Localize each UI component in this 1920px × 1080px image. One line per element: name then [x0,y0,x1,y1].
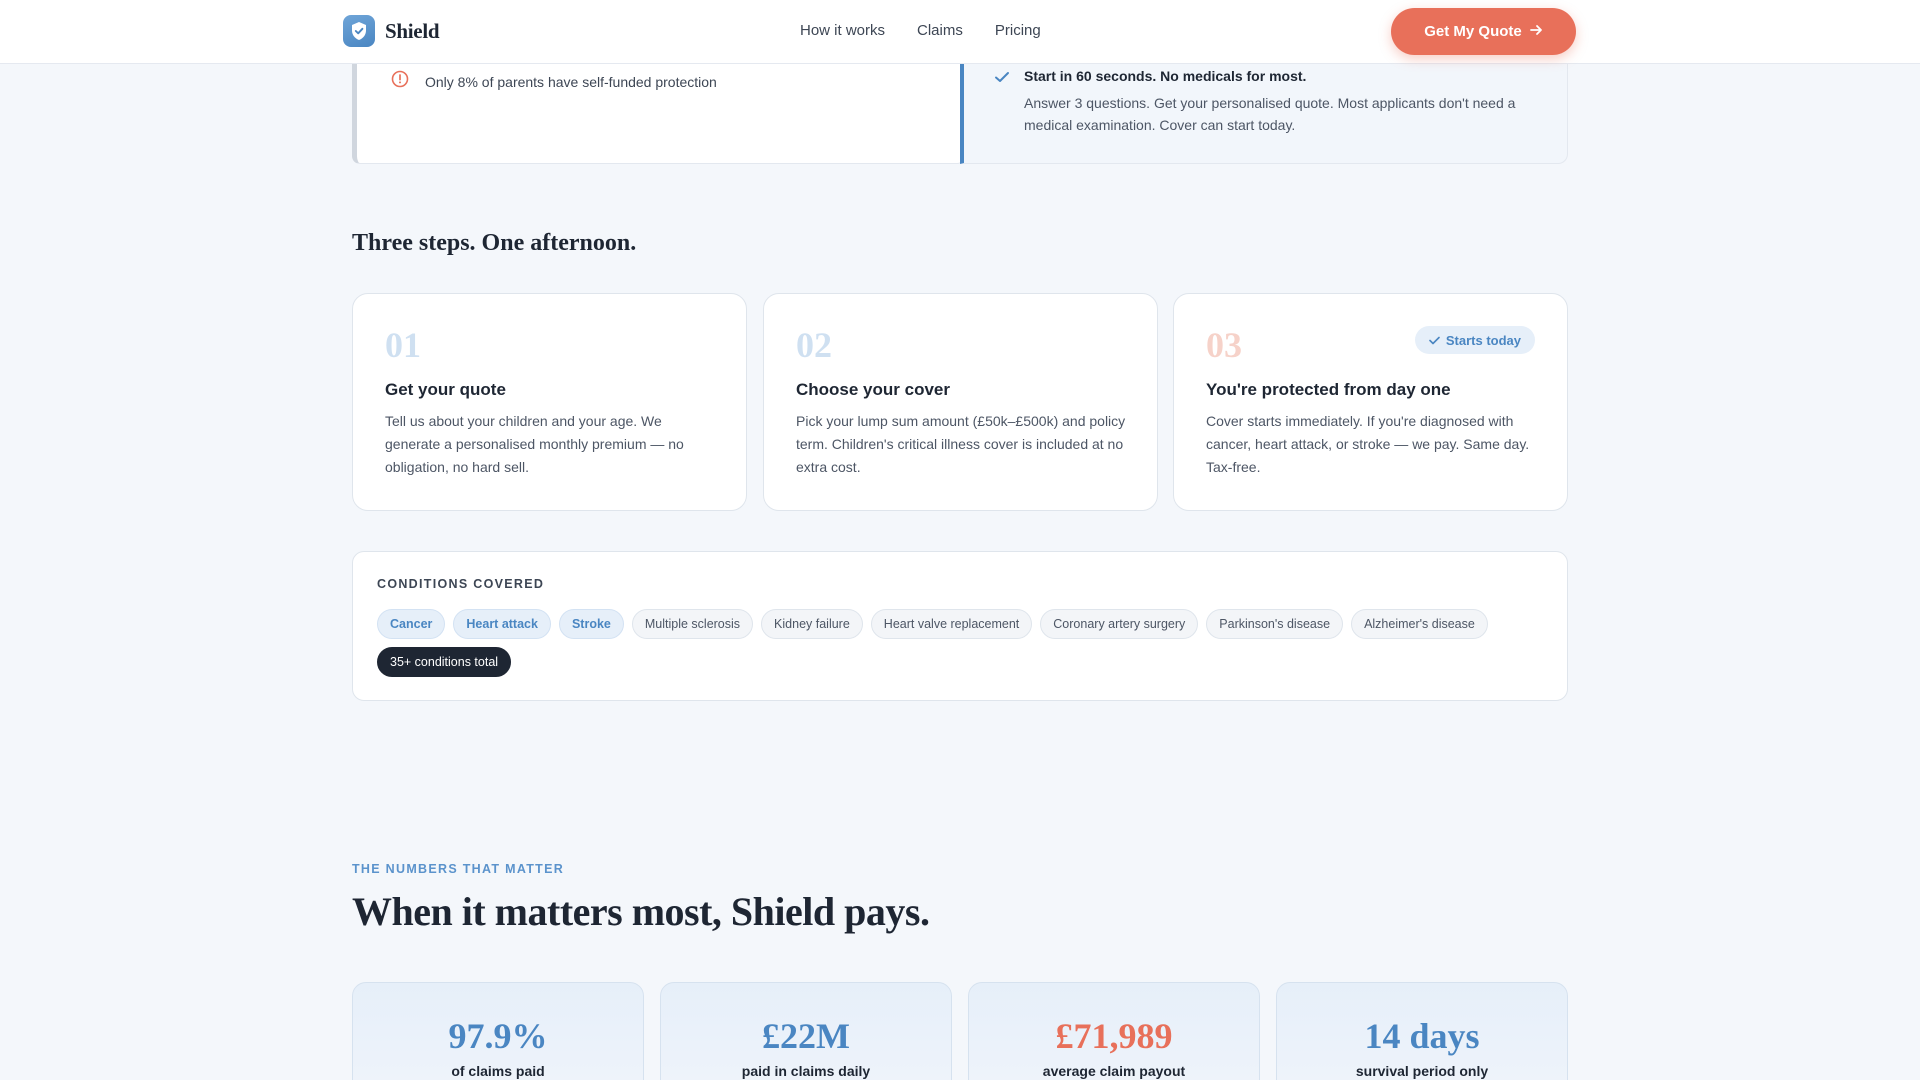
alert-circle-icon [391,70,409,93]
step-title: Get your quote [385,380,506,399]
step-description: Tell us about your children and your age… [385,413,684,475]
stat-label: average claim payout [1042,1063,1186,1079]
conditions-label: CONDITIONS COVERED [377,577,545,591]
step-card-1: 01 Get your quote Tell us about your chi… [352,293,747,511]
brand-name: Shield [385,18,440,43]
step-number: 02 [796,325,832,365]
step-description: Pick your lump sum amount (£50k–£500k) a… [796,413,1126,475]
get-quote-button[interactable]: Get My Quote [1391,8,1576,55]
benefit-description: Answer 3 questions. Get your personalise… [1024,95,1516,133]
warning-row: Only 8% of parents have self-funded prot… [391,70,717,93]
step-number: 01 [385,325,421,365]
condition-chip: Multiple sclerosis [631,609,754,639]
stat-label: survival period only [1355,1063,1489,1079]
numbers-eyebrow: THE NUMBERS THAT MATTER [352,862,565,876]
stat-label: paid in claims daily [741,1063,871,1079]
stat-card: £22M paid in claims daily [660,982,952,1080]
step-title: Choose your cover [796,380,950,399]
conditions-total-chip: 35+ conditions total [377,647,512,677]
step-description: Cover starts immediately. If you're diag… [1206,413,1530,475]
condition-chip: Heart attack [453,609,551,639]
step-number: 03 [1206,325,1242,365]
stat-value: 14 days [1364,1016,1480,1056]
nav-link-how-it-works[interactable]: How it works [800,22,885,39]
brand[interactable]: Shield [343,15,440,47]
benefit-title: Start in 60 seconds. No medicals for mos… [1024,68,1307,84]
condition-chip: Heart valve replacement [870,609,1033,639]
stat-card: £71,989 average claim payout [968,982,1260,1080]
step-card-2: 02 Choose your cover Pick your lump sum … [763,293,1158,511]
condition-chips: Cancer Heart attack Stroke Multiple scle… [377,609,1547,677]
badge-label: Starts today [1445,332,1521,348]
step-title: You're protected from day one [1206,380,1451,399]
condition-chip: Stroke [558,609,624,639]
nav-link-pricing[interactable]: Pricing [995,22,1041,39]
check-icon [994,70,1010,136]
stat-value: £71,989 [1055,1016,1173,1056]
condition-chip: Alzheimer's disease [1351,609,1488,639]
stat-card: 97.9% of claims paid [352,982,644,1080]
top-nav: Shield How it works Claims Pricing Get M… [0,0,1920,64]
step-card-3: 03 Starts today You're protected from da… [1173,293,1568,511]
numbers-heading: When it matters most, Shield pays. [352,889,930,934]
condition-chip: Coronary artery surgery [1040,609,1199,639]
benefit-row: Start in 60 seconds. No medicals for mos… [994,68,1544,136]
condition-chip: Parkinson's disease [1206,609,1344,639]
condition-chip: Kidney failure [761,609,863,639]
steps-heading: Three steps. One afternoon. [352,230,637,256]
stat-value: £22M [762,1016,850,1056]
shield-logo-icon [343,15,375,47]
stat-value: 97.9% [448,1016,548,1056]
arrow-right-icon [1529,23,1543,40]
starts-today-badge: Starts today [1414,326,1535,354]
warning-text: Only 8% of parents have self-funded prot… [425,73,717,90]
check-icon [1429,333,1440,348]
stat-card: 14 days survival period only [1276,982,1568,1080]
nav-links: How it works Claims Pricing [800,22,1041,39]
nav-link-claims[interactable]: Claims [917,22,963,39]
conditions-card: CONDITIONS COVERED Cancer Heart attack S… [352,551,1568,701]
condition-chip: Cancer [377,609,446,639]
stat-label: of claims paid [451,1063,545,1079]
get-quote-label: Get My Quote [1424,23,1522,40]
